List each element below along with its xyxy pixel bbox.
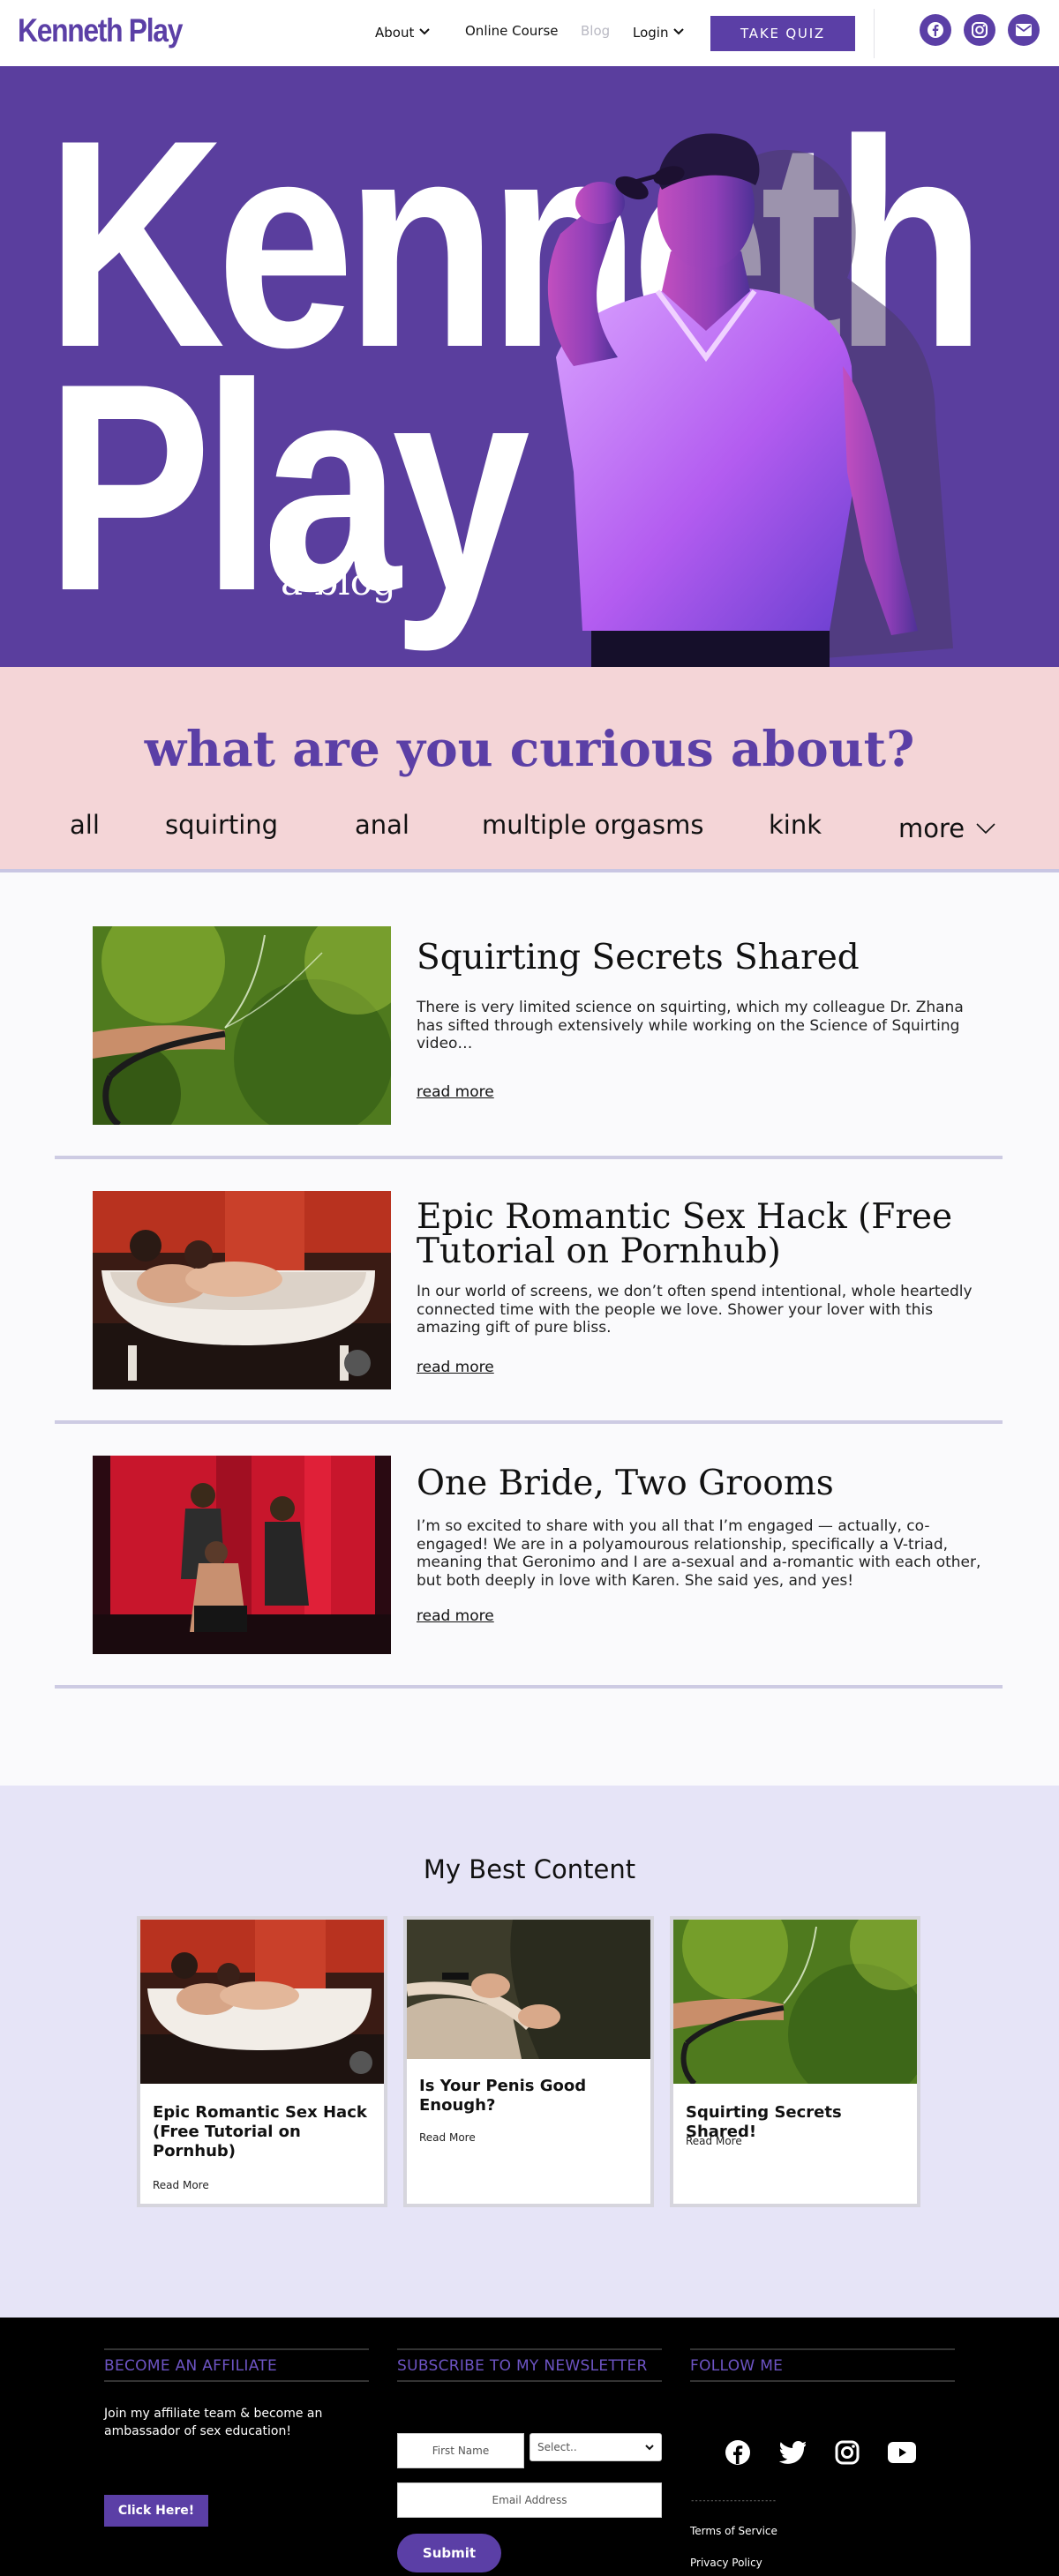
post-thumbnail-image[interactable]: [93, 1456, 391, 1654]
privacy-policy-link[interactable]: Privacy Policy: [690, 2557, 762, 2569]
newsletter-select[interactable]: Select..: [530, 2433, 662, 2461]
hero-subtitle: a blog: [281, 560, 396, 603]
footer-affiliate-text: Join my affiliate team & become an ambas…: [104, 2407, 323, 2439]
terms-of-service-link[interactable]: Terms of Service: [690, 2525, 777, 2537]
post-title[interactable]: Squirting Secrets Shared: [417, 940, 981, 975]
post-excerpt: I’m so excited to share with you all tha…: [417, 1517, 981, 1591]
topic-kink[interactable]: kink: [769, 810, 822, 840]
content-card[interactable]: Is Your Penis Good Enough? Read More: [403, 1916, 654, 2207]
nav-online-course[interactable]: Online Course: [465, 23, 559, 39]
site-header: Kenneth Play About Online Course Blog Lo…: [0, 0, 1059, 66]
newsletter-submit-button[interactable]: Submit: [397, 2534, 501, 2572]
footer-affiliate: BECOME AN AFFILIATE Join my affiliate te…: [104, 2348, 369, 2527]
nav-login-label: Login: [633, 25, 669, 41]
topic-multiple-orgasms[interactable]: multiple orgasms: [482, 810, 703, 840]
hero-portrait-image: [547, 133, 953, 667]
card-title[interactable]: Is Your Penis Good Enough?: [419, 2077, 640, 2115]
card-image[interactable]: [407, 1920, 650, 2059]
content-card[interactable]: Epic Romantic Sex Hack (Free Tutorial on…: [137, 1916, 387, 2207]
email-address-input[interactable]: Email Address: [397, 2482, 662, 2518]
header-divider: [874, 9, 875, 58]
nav-about-label: About: [375, 25, 415, 41]
post-divider: [55, 1156, 1003, 1159]
post-divider: [55, 1420, 1003, 1424]
site-footer: BECOME AN AFFILIATE Join my affiliate te…: [0, 2318, 1059, 2576]
footer-newsletter: SUBSCRIBE TO MY NEWSLETTER First Name Se…: [397, 2348, 662, 2572]
footer-follow: FOLLOW ME ---------------------- Terms o…: [690, 2348, 955, 2569]
footer-follow-heading: FOLLOW ME: [690, 2348, 955, 2382]
blog-post: Epic Romantic Sex Hack (Free Tutorial on…: [55, 1191, 1003, 1429]
first-name-input[interactable]: First Name: [397, 2433, 524, 2468]
read-more-link[interactable]: read more: [417, 1083, 494, 1101]
post-title[interactable]: Epic Romantic Sex Hack (Free Tutorial on…: [417, 1200, 981, 1269]
post-excerpt: In our world of screens, we don’t often …: [417, 1283, 973, 1337]
post-thumbnail-image[interactable]: [93, 1191, 391, 1389]
nav-login[interactable]: Login: [633, 23, 685, 41]
footer-divider: ----------------------: [690, 2497, 777, 2505]
card-image[interactable]: [673, 1920, 917, 2084]
topic-more-label: more: [898, 813, 965, 843]
nav-blog[interactable]: Blog: [581, 23, 610, 39]
facebook-icon[interactable]: [920, 14, 951, 46]
instagram-icon[interactable]: [831, 2437, 863, 2468]
topic-all[interactable]: all: [70, 810, 100, 840]
best-content-title: My Best Content: [423, 1854, 636, 1884]
topic-filter-section: what are you curious about? all squirtin…: [0, 667, 1059, 872]
youtube-icon[interactable]: [886, 2437, 918, 2468]
post-thumbnail-image[interactable]: [93, 926, 391, 1125]
blog-post: One Bride, Two Grooms I’m so excited to …: [55, 1456, 1003, 1694]
topic-anal[interactable]: anal: [355, 810, 409, 840]
hero-banner: Kenneth Play a blog: [0, 66, 1059, 667]
chevron-down-icon: [645, 2441, 654, 2453]
newsletter-select-value: Select..: [537, 2441, 577, 2453]
chevron-down-icon: [419, 23, 431, 39]
affiliate-click-here-button[interactable]: Click Here!: [104, 2495, 208, 2527]
post-divider: [55, 1685, 1003, 1689]
read-more-link[interactable]: read more: [417, 1607, 494, 1625]
site-logo[interactable]: Kenneth Play: [18, 12, 183, 49]
take-quiz-button[interactable]: TAKE QUIZ: [710, 16, 855, 51]
mail-icon[interactable]: [1008, 14, 1040, 46]
blog-post: Squirting Secrets Shared There is very l…: [55, 926, 1003, 1164]
card-read-more-link[interactable]: Read More: [686, 2135, 742, 2147]
card-read-more-link[interactable]: Read More: [419, 2131, 476, 2144]
topic-filter-title: what are you curious about?: [144, 720, 915, 777]
post-title[interactable]: One Bride, Two Grooms: [417, 1466, 981, 1501]
footer-newsletter-heading: SUBSCRIBE TO MY NEWSLETTER: [397, 2348, 662, 2382]
topic-more[interactable]: more: [898, 810, 995, 843]
card-image[interactable]: [140, 1920, 384, 2084]
content-card[interactable]: Squirting Secrets Shared! Read More: [670, 1916, 920, 2207]
chevron-down-icon: [673, 23, 685, 39]
facebook-icon[interactable]: [722, 2437, 754, 2468]
chevron-down-icon: [976, 810, 995, 840]
best-content-section: My Best Content Epic Romantic Sex Hack (…: [0, 1786, 1059, 2318]
card-title[interactable]: Epic Romantic Sex Hack (Free Tutorial on…: [153, 2103, 373, 2161]
card-read-more-link[interactable]: Read More: [153, 2179, 209, 2191]
topic-squirting[interactable]: squirting: [165, 810, 278, 840]
instagram-icon[interactable]: [964, 14, 995, 46]
read-more-link[interactable]: read more: [417, 1359, 494, 1376]
footer-affiliate-heading: BECOME AN AFFILIATE: [104, 2348, 369, 2382]
nav-about[interactable]: About: [375, 23, 431, 41]
post-excerpt: There is very limited science on squirti…: [417, 999, 964, 1053]
twitter-icon[interactable]: [777, 2437, 808, 2468]
